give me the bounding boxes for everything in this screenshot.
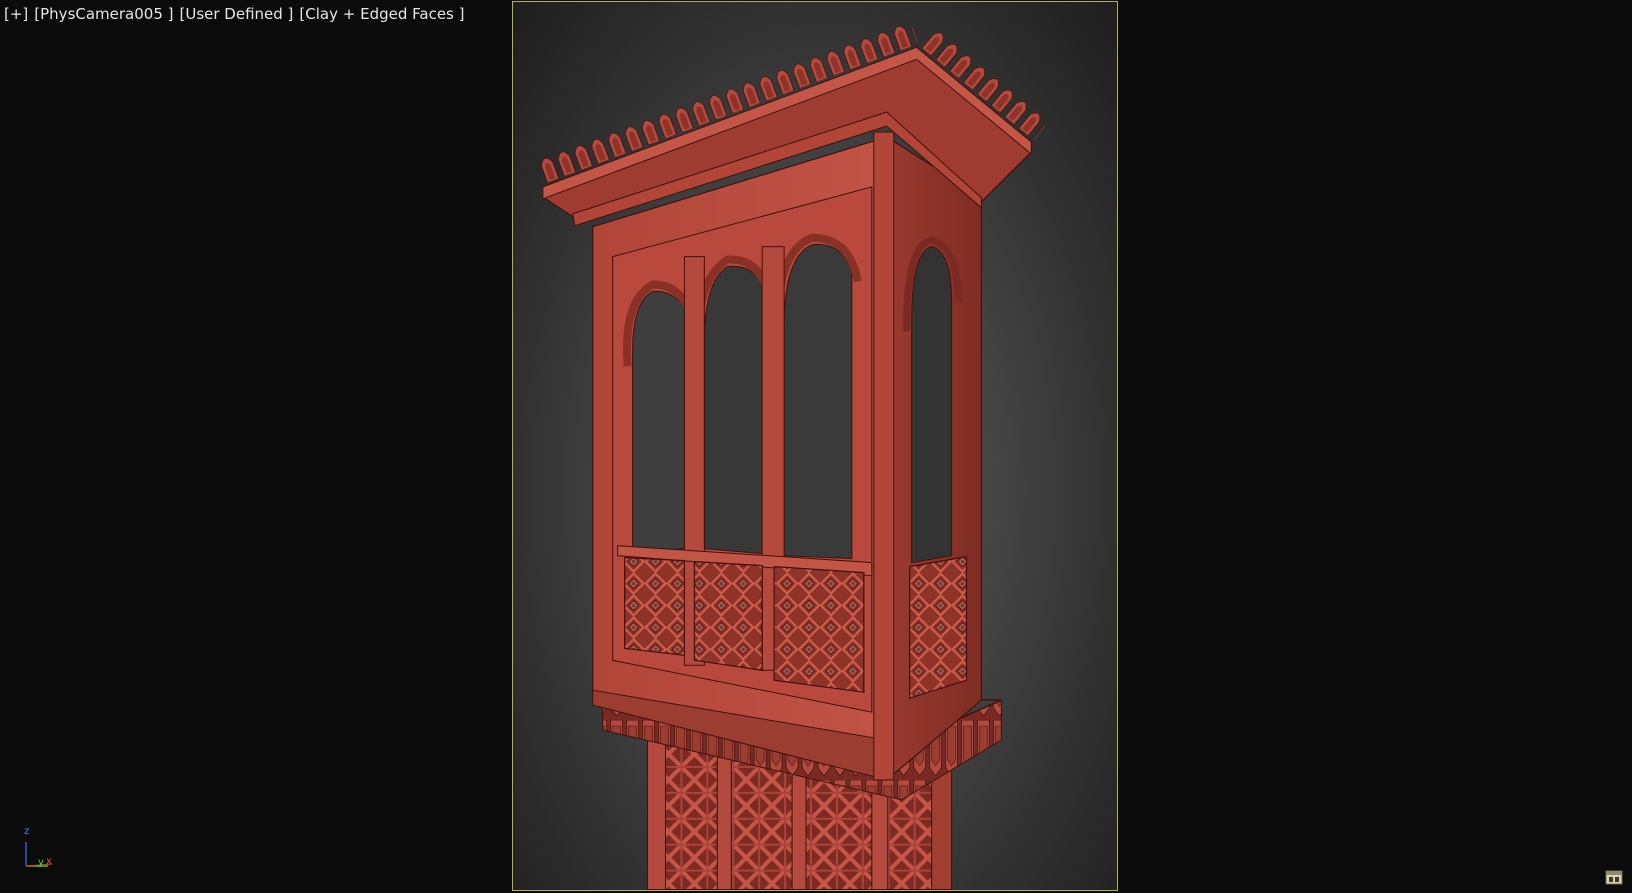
axis-x-label: x (46, 856, 52, 867)
balcony-side (873, 131, 983, 782)
axis-z-label: z (24, 826, 30, 837)
safe-frame (512, 1, 1118, 891)
viewport-shading-menu[interactable]: [Clay + Edged Faces ] (299, 5, 464, 23)
axis-y-label: y (38, 857, 44, 868)
3d-viewport[interactable]: [+] [PhysCamera005 ] [User Defined ] [Cl… (0, 0, 1632, 893)
balcony-front (592, 136, 888, 781)
axis-gizmo: z y x (18, 826, 58, 872)
viewport-view-mode-menu[interactable]: [User Defined ] (180, 5, 294, 23)
balcony-model-render[interactable] (513, 2, 1117, 890)
viewport-label-menu: [+] [PhysCamera005 ] [User Defined ] [Cl… (4, 5, 464, 23)
viewport-plus-menu[interactable]: [+] (4, 5, 28, 23)
viewport-layout-icon[interactable] (1605, 868, 1623, 886)
viewport-camera-menu[interactable]: [PhysCamera005 ] (34, 5, 173, 23)
